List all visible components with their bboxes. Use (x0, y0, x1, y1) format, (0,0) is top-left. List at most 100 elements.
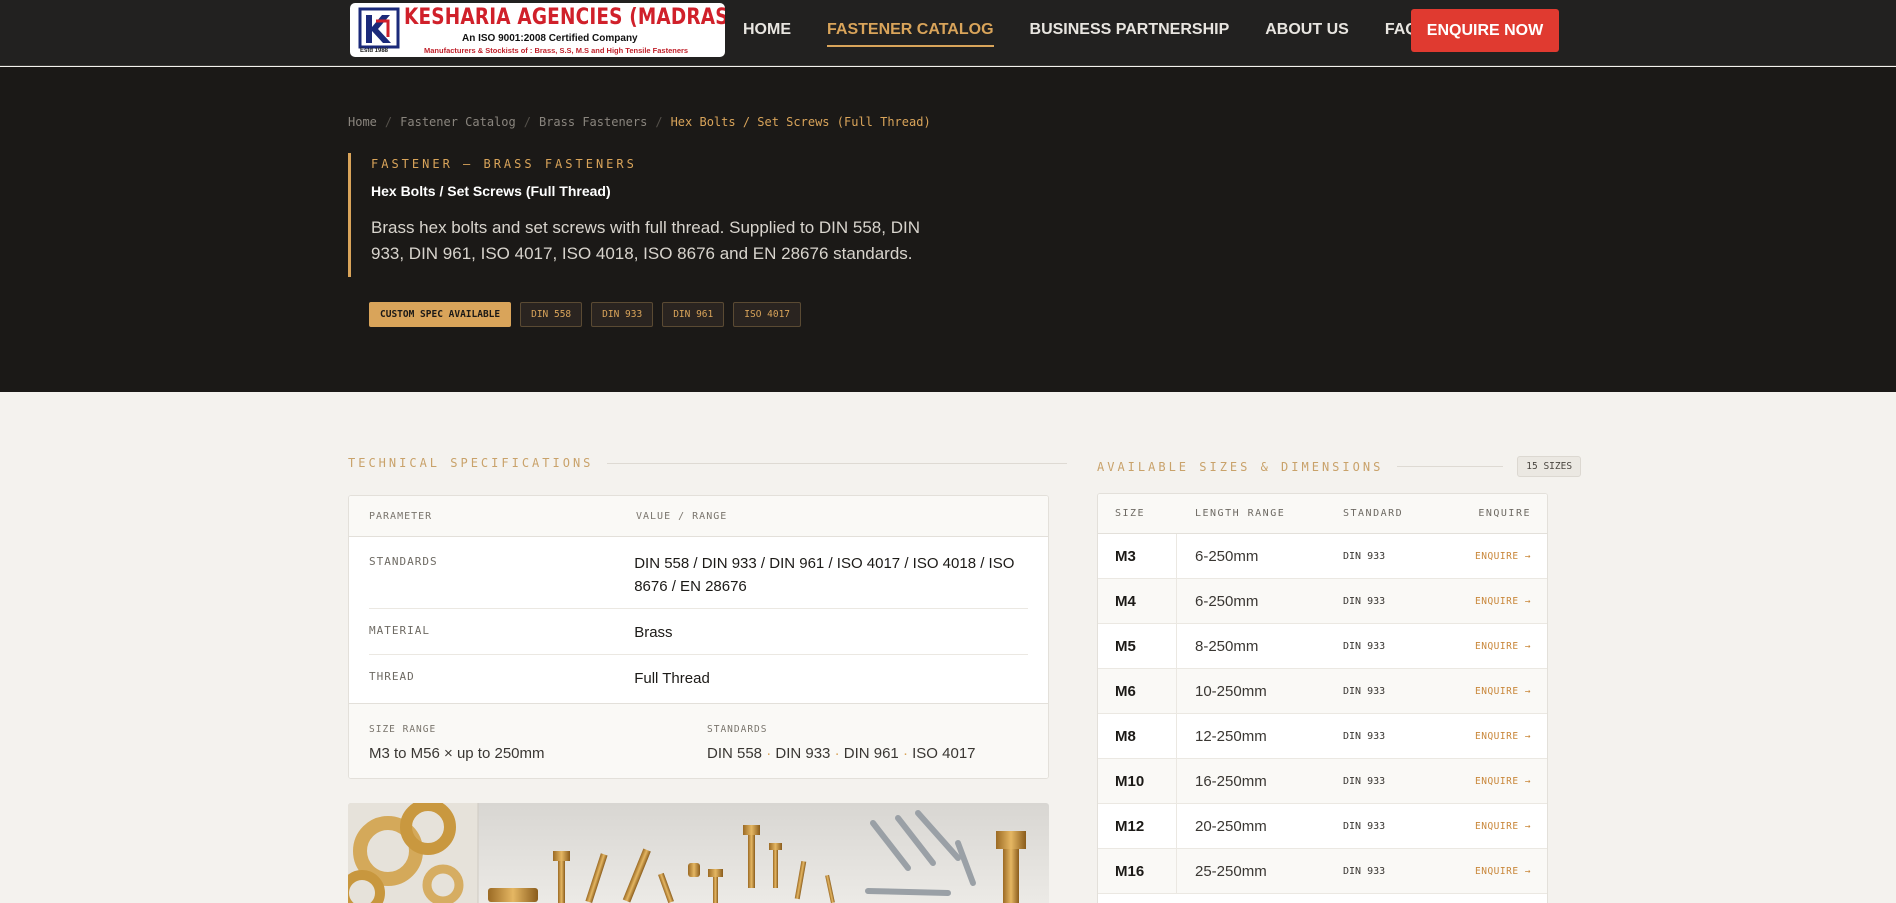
chip-din-933: DIN 933 (591, 302, 654, 327)
chip-custom-spec: CUSTOM SPEC AVAILABLE (369, 302, 512, 327)
spec-row-thread: THREAD Full Thread (369, 655, 1028, 701)
enquire-link[interactable]: ENQUIRE → (1475, 596, 1531, 607)
spec-key: THREAD (369, 670, 415, 683)
summary-standards: STANDARDS DIN 558 · DIN 933 · DIN 961 · … (707, 724, 976, 762)
size-cell: M5 (1098, 624, 1177, 668)
breadcrumb-current: Hex Bolts / Set Screws (Full Thread) (670, 115, 931, 129)
standard-item: DIN 558 (707, 745, 763, 762)
hero-description: Brass hex bolts and set screws with full… (371, 218, 920, 263)
col-enquire: ENQUIRE (1478, 508, 1531, 519)
size-cell: M10 (1098, 759, 1177, 803)
sizes-count-badge: 15 SIZES (1517, 456, 1582, 477)
specs-summary: SIZE RANGE M3 to M56 × up to 250mm STAND… (349, 703, 1048, 778)
spec-row-material: MATERIAL Brass (369, 609, 1028, 655)
table-row: M6 10-250mm DIN 933 ENQUIRE → (1098, 669, 1547, 714)
page-title: Hex Bolts / Set Screws (Full Thread) (371, 183, 611, 199)
enquire-link[interactable]: ENQUIRE → (1475, 551, 1531, 562)
sizes-section-title: AVAILABLE SIZES & DIMENSIONS (1097, 459, 1384, 474)
nav-link-home[interactable]: HOME (743, 13, 791, 47)
specs-section-header: TECHNICAL SPECIFICATIONS (348, 456, 1068, 470)
size-cell: M12 (1098, 804, 1177, 848)
col-length-range: LENGTH RANGE (1195, 508, 1286, 519)
spec-value: Full Thread (634, 670, 710, 687)
table-row: M5 8-250mm DIN 933 ENQUIRE → (1098, 624, 1547, 669)
nav-link-about-us[interactable]: ABOUT US (1265, 13, 1349, 47)
chip-din-558: DIN 558 (520, 302, 583, 327)
breadcrumb-brass-fasteners[interactable]: Brass Fasteners (539, 115, 647, 129)
chip-din-961: DIN 961 (662, 302, 725, 327)
spec-key: STANDARDS (369, 555, 438, 568)
section-divider (607, 462, 1068, 464)
summary-standards-list: DIN 558 · DIN 933 · DIN 961 · ISO 4017 (707, 745, 976, 762)
nav-link-fastener-catalog[interactable]: FASTENER CATALOG (827, 13, 994, 47)
size-cell: M8 (1098, 714, 1177, 758)
standard-cell: DIN 933 (1343, 640, 1386, 652)
standard-item: DIN 961 (843, 745, 899, 762)
breadcrumb-fastener-catalog[interactable]: Fastener Catalog (400, 115, 516, 129)
company-logo[interactable]: Estd 1988 KESHARIA AGENCIES (MADRAS) An … (350, 3, 725, 57)
enquire-link[interactable]: ENQUIRE → (1475, 731, 1531, 742)
sizes-table: SIZE LENGTH RANGE STANDARD ENQUIRE M3 6-2… (1097, 493, 1548, 903)
length-cell: 6-250mm (1195, 592, 1259, 610)
length-cell: 16-250mm (1195, 772, 1267, 790)
table-row: M10 16-250mm DIN 933 ENQUIRE → (1098, 759, 1547, 804)
enquire-now-button[interactable]: ENQUIRE NOW (1411, 9, 1559, 52)
breadcrumb-home[interactable]: Home (348, 115, 377, 129)
enquire-link[interactable]: ENQUIRE → (1475, 821, 1531, 832)
sizes-table-body: M3 6-250mm DIN 933 ENQUIRE → M4 6-250mm DIN 93… (1098, 534, 1547, 894)
section-divider (1397, 466, 1504, 467)
standard-separator: · (762, 745, 776, 762)
spec-chips: CUSTOM SPEC AVAILABLE DIN 558 DIN 933 DI… (369, 302, 810, 327)
table-row: M16 25-250mm DIN 933 ENQUIRE → (1098, 849, 1547, 894)
summary-value: M3 to M56 × up to 250mm (369, 745, 545, 762)
breadcrumb-separator: / (523, 115, 531, 129)
specs-table-header: PARAMETER VALUE / RANGE (349, 496, 1048, 537)
spec-value: DIN 558 / DIN 933 / DIN 961 / ISO 4017 /… (634, 555, 1015, 595)
size-cell: M4 (1098, 579, 1177, 623)
breadcrumb-separator: / (655, 115, 663, 129)
specs-section-title: TECHNICAL SPECIFICATIONS (348, 456, 594, 470)
logo-certification: An ISO 9001:2008 Certified Company (462, 33, 638, 44)
summary-label: SIZE RANGE (369, 724, 437, 735)
length-cell: 10-250mm (1195, 682, 1267, 700)
col-size: SIZE (1115, 508, 1146, 519)
spec-key: MATERIAL (369, 624, 430, 637)
standard-item: DIN 933 (775, 745, 831, 762)
logo-established: Estd 1988 (360, 48, 389, 54)
enquire-link[interactable]: ENQUIRE → (1475, 641, 1531, 652)
enquire-link[interactable]: ENQUIRE → (1475, 686, 1531, 697)
standard-cell: DIN 933 (1343, 730, 1386, 742)
size-cell: M6 (1098, 669, 1177, 713)
specs-table: PARAMETER VALUE / RANGE STANDARDS DIN 55… (348, 495, 1049, 779)
length-cell: 8-250mm (1195, 637, 1259, 655)
standard-separator: · (898, 745, 913, 762)
spec-row-standards: STANDARDS DIN 558 / DIN 933 / DIN 961 / … (369, 537, 1028, 609)
table-row: M12 20-250mm DIN 933 ENQUIRE → (1098, 804, 1547, 849)
product-photo (348, 803, 1049, 903)
standard-item: ISO 4017 (912, 745, 976, 762)
logo-mark-icon (358, 7, 400, 49)
standard-separator: · (830, 745, 844, 762)
enquire-link[interactable]: ENQUIRE → (1475, 776, 1531, 787)
length-cell: 20-250mm (1195, 817, 1267, 835)
hero-section: Home / Fastener Catalog / Brass Fastener… (0, 67, 1896, 392)
nav-link-business-partnership[interactable]: BUSINESS PARTNERSHIP (1030, 13, 1230, 47)
table-row: M4 6-250mm DIN 933 ENQUIRE → (1098, 579, 1547, 624)
chip-iso-4017: ISO 4017 (733, 302, 802, 327)
brass-fasteners-image (348, 803, 1026, 903)
enquire-link[interactable]: ENQUIRE → (1475, 866, 1531, 877)
size-cell: M16 (1098, 849, 1177, 893)
spec-value: Brass (634, 624, 673, 641)
standard-cell: DIN 933 (1343, 595, 1386, 607)
hero-eyebrow: FASTENER — BRASS FASTENERS (371, 157, 637, 171)
standard-cell: DIN 933 (1343, 685, 1386, 697)
col-standard: STANDARD (1343, 508, 1404, 519)
length-cell: 12-250mm (1195, 727, 1267, 745)
nav-links: HOME FASTENER CATALOG BUSINESS PARTNERSH… (743, 0, 1454, 60)
table-row: M8 12-250mm DIN 933 ENQUIRE → (1098, 714, 1547, 759)
table-row: M3 6-250mm DIN 933 ENQUIRE → (1098, 534, 1547, 579)
standard-cell: DIN 933 (1343, 865, 1386, 877)
logo-tagline: Manufacturers & Stockists of : Brass, S.… (424, 46, 689, 55)
summary-label: STANDARDS (707, 724, 768, 735)
col-parameter: PARAMETER (369, 510, 433, 522)
